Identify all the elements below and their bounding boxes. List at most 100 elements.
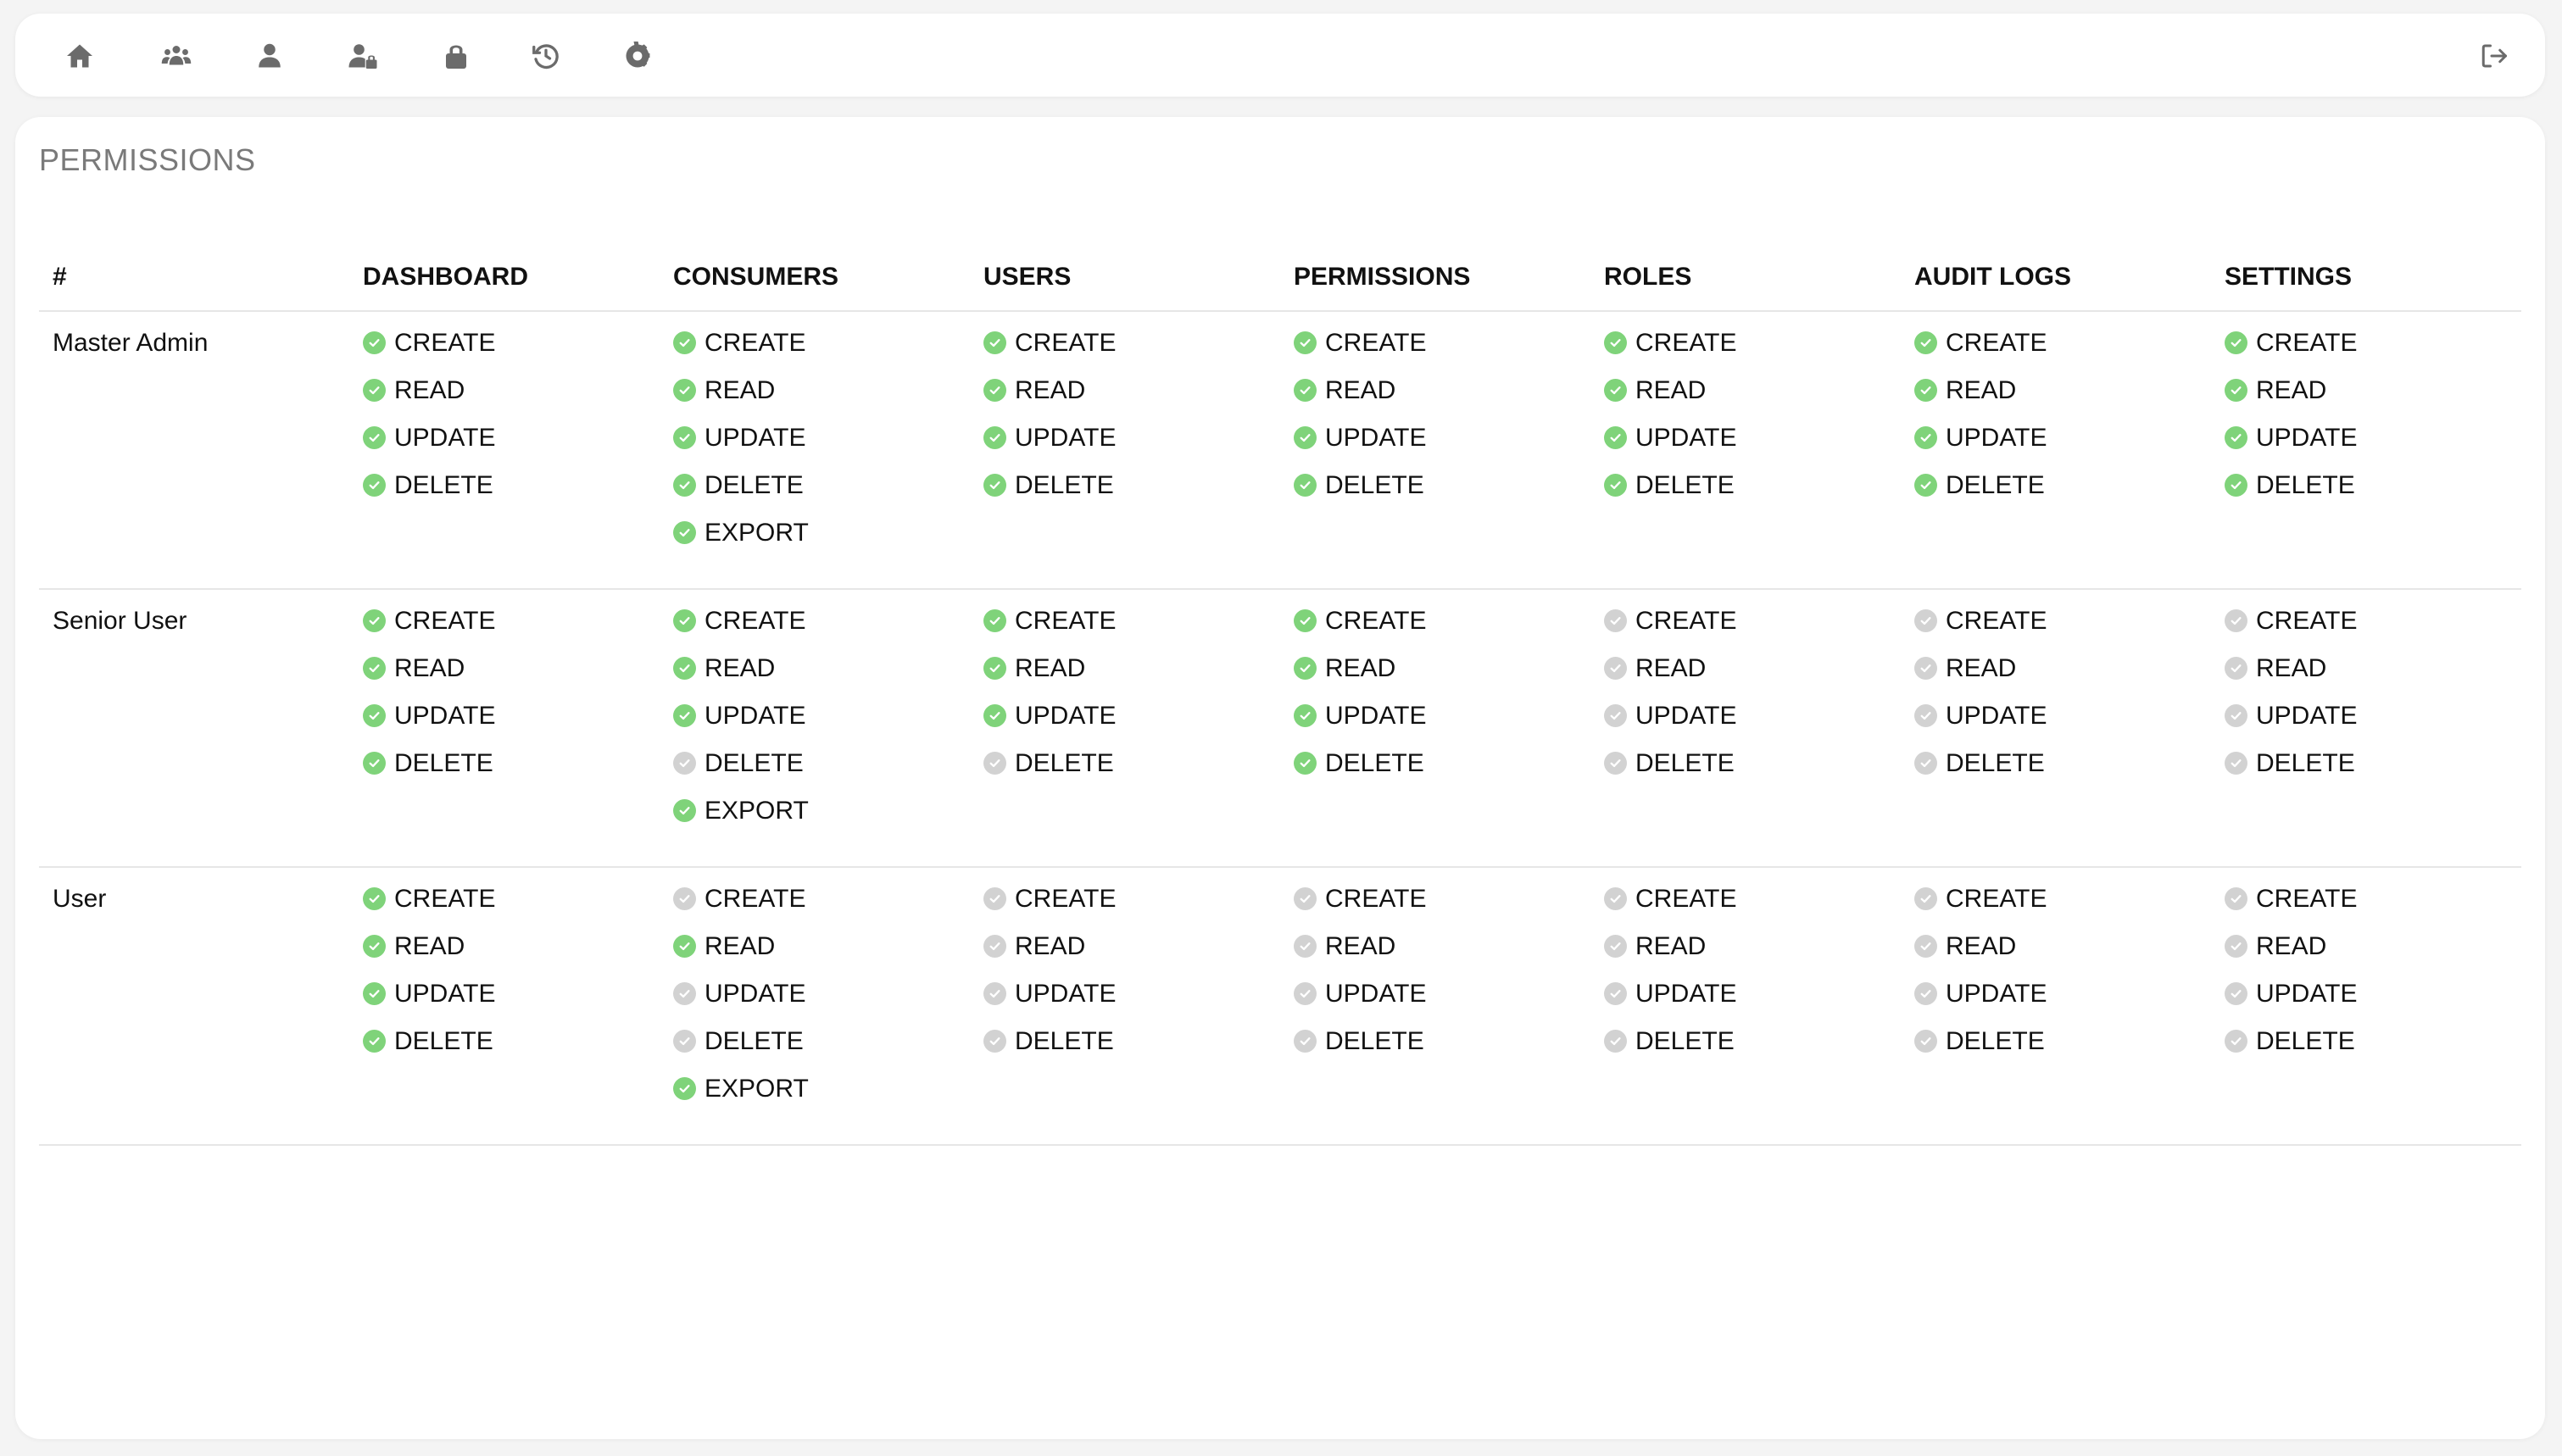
permission-toggle[interactable]: DELETE bbox=[673, 749, 809, 797]
permission-toggle[interactable]: DELETE bbox=[363, 471, 495, 519]
permission-toggle[interactable]: READ bbox=[1914, 932, 2047, 980]
permission-toggle[interactable]: READ bbox=[1914, 654, 2047, 702]
permission-cell-dashboard: CREATE READ UPDATE DELETE bbox=[363, 329, 495, 519]
permission-toggle[interactable]: READ bbox=[673, 932, 809, 980]
permission-toggle[interactable]: CREATE bbox=[2225, 329, 2357, 376]
user-icon[interactable] bbox=[251, 37, 288, 75]
check-circle-icon bbox=[673, 657, 696, 680]
permission-toggle[interactable]: CREATE bbox=[1914, 607, 2047, 654]
permission-toggle[interactable]: READ bbox=[363, 654, 495, 702]
role-name: Master Admin bbox=[53, 329, 209, 357]
permission-toggle[interactable]: UPDATE bbox=[1604, 702, 1736, 749]
table-row: Senior User CREATE READ UPDATE DELETE CREATE R… bbox=[39, 590, 2521, 868]
permission-toggle[interactable]: DELETE bbox=[1914, 749, 2047, 797]
permission-toggle[interactable]: DELETE bbox=[1914, 1027, 2047, 1075]
permission-toggle[interactable]: UPDATE bbox=[363, 980, 495, 1027]
gear-icon[interactable] bbox=[619, 37, 656, 75]
permission-toggle[interactable]: DELETE bbox=[1294, 1027, 1426, 1075]
user-lock-icon[interactable] bbox=[344, 37, 382, 75]
permission-toggle[interactable]: DELETE bbox=[363, 749, 495, 797]
permission-toggle[interactable]: READ bbox=[2225, 932, 2357, 980]
permission-toggle[interactable]: READ bbox=[1914, 376, 2047, 424]
permission-toggle[interactable]: DELETE bbox=[1294, 749, 1426, 797]
permission-toggle[interactable]: EXPORT bbox=[673, 797, 809, 844]
permission-toggle[interactable]: READ bbox=[1294, 654, 1426, 702]
permission-toggle[interactable]: UPDATE bbox=[2225, 702, 2357, 749]
permission-toggle[interactable]: UPDATE bbox=[2225, 424, 2357, 471]
permission-toggle[interactable]: CREATE bbox=[983, 607, 1116, 654]
permission-toggle[interactable]: UPDATE bbox=[363, 702, 495, 749]
permission-toggle[interactable]: CREATE bbox=[983, 329, 1116, 376]
permission-toggle[interactable]: CREATE bbox=[2225, 607, 2357, 654]
permission-toggle[interactable]: CREATE bbox=[1604, 885, 1736, 932]
permission-toggle[interactable]: CREATE bbox=[1294, 885, 1426, 932]
permission-toggle[interactable]: DELETE bbox=[1914, 471, 2047, 519]
permission-toggle[interactable]: READ bbox=[983, 932, 1116, 980]
permission-toggle[interactable]: DELETE bbox=[1604, 1027, 1736, 1075]
lock-icon[interactable] bbox=[437, 37, 475, 75]
permission-toggle[interactable]: READ bbox=[2225, 376, 2357, 424]
permission-toggle[interactable]: DELETE bbox=[1604, 749, 1736, 797]
permission-toggle[interactable]: CREATE bbox=[1604, 607, 1736, 654]
sign-out-icon[interactable] bbox=[2476, 37, 2513, 75]
permission-toggle[interactable]: CREATE bbox=[2225, 885, 2357, 932]
users-group-icon[interactable] bbox=[158, 37, 195, 75]
permission-toggle[interactable]: CREATE bbox=[673, 329, 809, 376]
permission-toggle[interactable]: READ bbox=[363, 932, 495, 980]
permission-toggle[interactable]: DELETE bbox=[983, 749, 1116, 797]
permission-toggle[interactable]: DELETE bbox=[1604, 471, 1736, 519]
permission-toggle[interactable]: DELETE bbox=[363, 1027, 495, 1075]
permission-toggle[interactable]: CREATE bbox=[673, 607, 809, 654]
permission-toggle[interactable]: UPDATE bbox=[983, 980, 1116, 1027]
permission-toggle[interactable]: UPDATE bbox=[1914, 980, 2047, 1027]
permission-toggle[interactable]: UPDATE bbox=[1604, 980, 1736, 1027]
permission-toggle[interactable]: CREATE bbox=[363, 607, 495, 654]
permission-toggle[interactable]: CREATE bbox=[673, 885, 809, 932]
check-circle-icon bbox=[1604, 474, 1627, 497]
permission-toggle[interactable]: UPDATE bbox=[363, 424, 495, 471]
permission-toggle[interactable]: UPDATE bbox=[673, 702, 809, 749]
permission-toggle[interactable]: CREATE bbox=[363, 329, 495, 376]
permission-toggle[interactable]: EXPORT bbox=[673, 519, 809, 566]
permission-toggle[interactable]: UPDATE bbox=[2225, 980, 2357, 1027]
permission-toggle[interactable]: DELETE bbox=[1294, 471, 1426, 519]
permission-toggle[interactable]: CREATE bbox=[1914, 885, 2047, 932]
permission-toggle[interactable]: UPDATE bbox=[983, 424, 1116, 471]
permission-toggle[interactable]: UPDATE bbox=[1294, 702, 1426, 749]
permission-toggle[interactable]: UPDATE bbox=[673, 980, 809, 1027]
permission-toggle[interactable]: EXPORT bbox=[673, 1075, 809, 1122]
permission-toggle[interactable]: CREATE bbox=[1294, 607, 1426, 654]
permission-toggle[interactable]: CREATE bbox=[1914, 329, 2047, 376]
history-icon[interactable] bbox=[527, 37, 565, 75]
permission-toggle[interactable]: DELETE bbox=[983, 1027, 1116, 1075]
permission-toggle[interactable]: READ bbox=[1604, 654, 1736, 702]
permission-toggle[interactable]: CREATE bbox=[983, 885, 1116, 932]
permission-toggle[interactable]: READ bbox=[673, 654, 809, 702]
permission-toggle[interactable]: UPDATE bbox=[1604, 424, 1736, 471]
permission-toggle[interactable]: READ bbox=[1294, 376, 1426, 424]
permission-toggle[interactable]: READ bbox=[363, 376, 495, 424]
permission-toggle[interactable]: READ bbox=[1604, 932, 1736, 980]
permission-toggle[interactable]: UPDATE bbox=[673, 424, 809, 471]
permission-toggle[interactable]: DELETE bbox=[2225, 471, 2357, 519]
permission-toggle[interactable]: READ bbox=[983, 376, 1116, 424]
permission-toggle[interactable]: CREATE bbox=[1604, 329, 1736, 376]
permission-toggle[interactable]: CREATE bbox=[363, 885, 495, 932]
permission-toggle[interactable]: UPDATE bbox=[1294, 424, 1426, 471]
permission-toggle[interactable]: CREATE bbox=[1294, 329, 1426, 376]
permission-toggle[interactable]: READ bbox=[1294, 932, 1426, 980]
permission-toggle[interactable]: DELETE bbox=[673, 471, 809, 519]
permission-toggle[interactable]: READ bbox=[983, 654, 1116, 702]
permission-toggle[interactable]: READ bbox=[673, 376, 809, 424]
permission-toggle[interactable]: UPDATE bbox=[983, 702, 1116, 749]
permission-toggle[interactable]: UPDATE bbox=[1914, 702, 2047, 749]
permission-toggle[interactable]: UPDATE bbox=[1914, 424, 2047, 471]
permission-toggle[interactable]: DELETE bbox=[2225, 749, 2357, 797]
permission-toggle[interactable]: READ bbox=[2225, 654, 2357, 702]
permission-toggle[interactable]: DELETE bbox=[2225, 1027, 2357, 1075]
home-icon[interactable] bbox=[61, 37, 98, 75]
permission-toggle[interactable]: READ bbox=[1604, 376, 1736, 424]
permission-toggle[interactable]: UPDATE bbox=[1294, 980, 1426, 1027]
permission-toggle[interactable]: DELETE bbox=[983, 471, 1116, 519]
permission-toggle[interactable]: DELETE bbox=[673, 1027, 809, 1075]
